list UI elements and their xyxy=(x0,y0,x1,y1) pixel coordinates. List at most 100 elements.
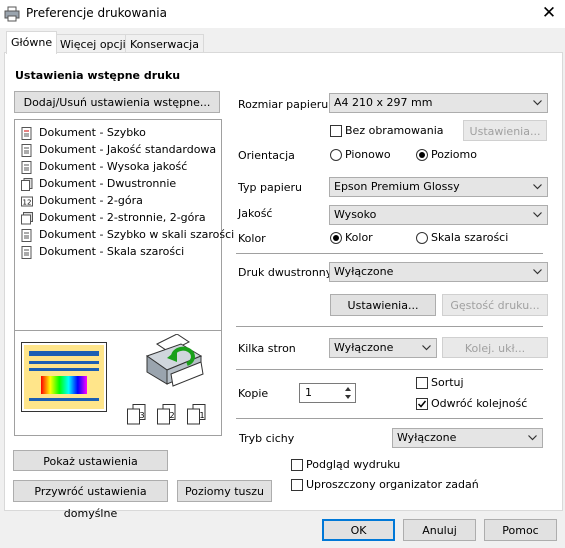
preset-label: Dokument - Skala szarości xyxy=(39,245,185,258)
printer-feed-icon xyxy=(145,334,204,387)
list-item[interactable]: Dokument - Dwustronnie xyxy=(21,175,176,192)
chevron-down-icon xyxy=(533,269,542,275)
landscape-label: Poziomo xyxy=(431,148,477,161)
tab-wiecej-opcji[interactable]: Więcej opcji xyxy=(55,34,131,54)
paper-type-label: Typ papieru xyxy=(238,181,303,194)
page-number: 2 xyxy=(170,411,175,420)
list-item[interactable]: Dokument - 2-stronnie, 2-góra xyxy=(21,209,206,226)
printer-app-icon xyxy=(4,6,20,22)
close-icon[interactable]: ✕ xyxy=(538,2,560,24)
quality-label: Jakość xyxy=(238,207,273,220)
quiet-mode-value: Wyłączone xyxy=(397,431,457,444)
document-icon xyxy=(21,228,33,242)
copies-label: Kopie xyxy=(238,387,269,400)
copies-value: 1 xyxy=(305,386,312,399)
preset-label: Dokument - Szybko w skali szarości xyxy=(39,228,235,241)
reverse-order-label: Odwróć kolejność xyxy=(431,397,528,410)
job-arranger-checkbox[interactable] xyxy=(291,479,303,491)
quiet-mode-select[interactable]: Wyłączone xyxy=(392,428,543,448)
quality-value: Wysoko xyxy=(334,208,377,221)
grayscale-radio[interactable] xyxy=(416,232,428,244)
quiet-mode-label: Tryb cichy xyxy=(239,432,295,445)
duplex-two-up-icon xyxy=(21,211,33,225)
cancel-button[interactable]: Anuluj xyxy=(403,519,476,541)
multipage-value: Wyłączone xyxy=(334,341,394,354)
borderless-settings-button[interactable]: Ustawienia... xyxy=(463,120,547,141)
chevron-down-icon xyxy=(533,184,542,190)
print-density-button[interactable]: Gęstość druku... xyxy=(442,294,548,316)
help-button[interactable]: Pomoc xyxy=(484,519,557,541)
multipage-select[interactable]: Wyłączone xyxy=(329,338,437,358)
portrait-label: Pionowo xyxy=(345,148,391,161)
duplex-settings-button[interactable]: Ustawienia... xyxy=(330,294,436,316)
paper-type-value: Epson Premium Glossy xyxy=(334,180,460,193)
print-preview-label: Podgląd wydruku xyxy=(306,458,401,471)
document-icon xyxy=(21,160,33,174)
divider xyxy=(236,369,543,370)
document-icon xyxy=(21,245,33,259)
reverse-order-checkbox[interactable] xyxy=(416,398,428,410)
add-remove-presets-button[interactable]: Dodaj/Usuń ustawienia wstępne... xyxy=(14,91,220,113)
checkmark-icon xyxy=(417,400,427,408)
duplex-select[interactable]: Wyłączone xyxy=(329,262,548,282)
divider xyxy=(236,418,543,419)
ink-levels-button[interactable]: Poziomy tuszu xyxy=(177,480,272,502)
borderless-label: Bez obramowania xyxy=(345,124,444,137)
ok-button[interactable]: OK xyxy=(322,519,395,541)
two-up-icon: 12 xyxy=(21,195,33,208)
paper-type-select[interactable]: Epson Premium Glossy xyxy=(329,177,548,197)
chevron-down-icon xyxy=(533,212,542,218)
page-order-button[interactable]: Kolej. ukł... xyxy=(442,337,548,358)
window-title: Preferencje drukowania xyxy=(26,6,167,20)
stepper-arrows-icon[interactable] xyxy=(342,385,354,401)
grayscale-label: Skala szarości xyxy=(431,231,509,244)
job-arranger-label: Uproszczony organizator zadań xyxy=(306,478,479,491)
preset-label: Dokument - Jakość standardowa xyxy=(39,143,217,156)
paper-size-select[interactable]: A4 210 x 297 mm xyxy=(329,93,548,113)
chevron-down-icon xyxy=(533,100,542,106)
chevron-down-icon xyxy=(528,435,537,441)
page-stack-icon: 3 xyxy=(127,404,146,425)
color-option-label: Kolor xyxy=(345,231,373,244)
list-item[interactable]: Dokument - Szybko xyxy=(21,124,146,141)
tab-glowne[interactable]: Główne xyxy=(6,31,58,54)
print-preview-checkbox[interactable] xyxy=(291,459,303,471)
preset-label: Dokument - 2-stronnie, 2-góra xyxy=(39,211,206,224)
orientation-label: Orientacja xyxy=(238,149,295,162)
duplex-document-icon xyxy=(21,177,33,191)
show-settings-button[interactable]: Pokaż ustawienia xyxy=(13,450,168,471)
presets-list[interactable]: Dokument - Szybko Dokument - Jakość stan… xyxy=(14,119,234,436)
collate-label: Sortuj xyxy=(431,376,464,389)
tab-konserwacja[interactable]: Konserwacja xyxy=(125,34,204,54)
page-stack-icon: 2 xyxy=(157,404,176,425)
multipage-label: Kilka stron xyxy=(238,342,296,355)
page-number: 1 xyxy=(200,411,205,420)
chevron-down-icon xyxy=(422,345,431,351)
duplex-value: Wyłączone xyxy=(334,265,394,278)
copies-stepper[interactable]: 1 xyxy=(299,383,356,403)
document-icon xyxy=(21,126,33,140)
divider xyxy=(236,326,543,327)
page-stack-icon: 1 xyxy=(187,404,206,425)
list-item[interactable]: Dokument - Szybko w skali szarości xyxy=(21,226,234,243)
list-item[interactable]: Dokument - Skala szarości xyxy=(21,243,184,260)
page-preview-image xyxy=(21,342,107,412)
preset-label: Dokument - Wysoka jakość xyxy=(39,160,188,173)
portrait-radio[interactable] xyxy=(330,149,342,161)
collate-checkbox[interactable] xyxy=(416,377,428,389)
document-icon xyxy=(21,143,33,157)
page-number: 3 xyxy=(140,411,145,420)
restore-defaults-button[interactable]: Przywróć ustawienia domyślne xyxy=(13,480,168,520)
preset-label: Dokument - 2-góra xyxy=(39,194,143,207)
preset-label: Dokument - Dwustronnie xyxy=(39,177,177,190)
color-radio[interactable] xyxy=(330,232,342,244)
quality-select[interactable]: Wysoko xyxy=(329,205,548,225)
landscape-radio[interactable] xyxy=(416,149,428,161)
borderless-checkbox[interactable] xyxy=(330,125,342,137)
list-item[interactable]: Dokument - Wysoka jakość xyxy=(21,158,187,175)
presets-heading: Ustawienia wstępne druku xyxy=(15,69,181,82)
color-label: Kolor xyxy=(238,232,266,245)
list-item[interactable]: 12 Dokument - 2-góra xyxy=(21,192,143,209)
list-item[interactable]: Dokument - Jakość standardowa xyxy=(21,141,216,158)
divider xyxy=(236,253,543,254)
